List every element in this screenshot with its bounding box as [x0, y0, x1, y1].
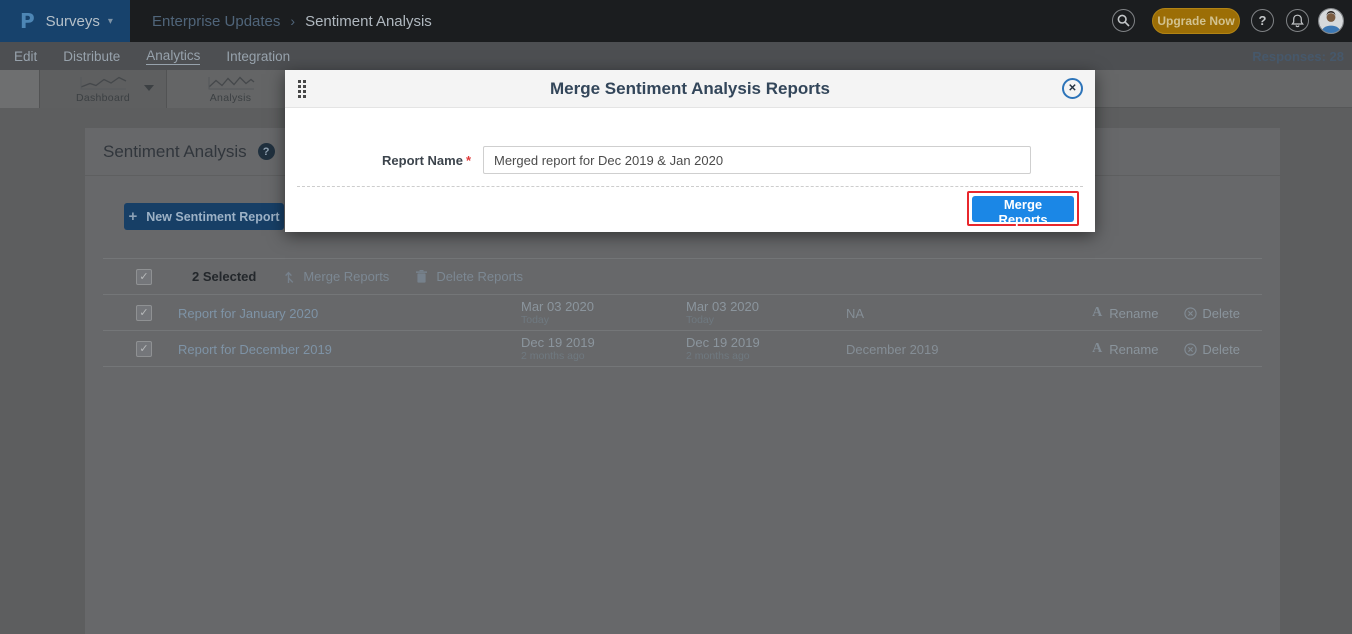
nav-item-edit[interactable]: Edit	[14, 49, 37, 64]
report-name-link[interactable]: Report for January 2020	[178, 306, 318, 321]
modified-date-relative: Today	[686, 314, 759, 326]
page-help-icon[interactable]: ?	[258, 143, 275, 160]
chevron-down-icon: ▾	[108, 16, 113, 27]
brand-logo-icon: P	[20, 9, 35, 33]
row-checkbox[interactable]: ✓	[136, 341, 152, 357]
nav-item-integration[interactable]: Integration	[226, 49, 290, 64]
tab-analysis[interactable]: Analysis	[167, 70, 295, 108]
delete-reports-action[interactable]: Delete Reports	[416, 269, 523, 284]
rename-action[interactable]: A Rename	[1092, 341, 1158, 357]
new-sentiment-report-label: New Sentiment Report	[146, 210, 279, 224]
modal-footer-divider	[297, 186, 1083, 187]
report-period: NA	[846, 306, 864, 321]
analysis-chart-icon	[205, 75, 257, 90]
delete-action[interactable]: Delete	[1184, 342, 1240, 357]
nav-item-distribute[interactable]: Distribute	[63, 49, 120, 64]
breadcrumb-separator: ›	[290, 13, 295, 29]
row-checkbox[interactable]: ✓	[136, 305, 152, 321]
modified-date-value: Dec 19 2019	[686, 336, 760, 350]
delete-label: Delete	[1202, 306, 1240, 321]
close-icon: ✕	[1068, 84, 1076, 94]
dashboard-dropdown-caret-icon[interactable]	[144, 85, 154, 91]
rename-a-icon: A	[1092, 305, 1102, 321]
merge-reports-action[interactable]: Merge Reports	[282, 269, 389, 284]
delete-action[interactable]: Delete	[1184, 306, 1240, 321]
user-photo-icon	[1319, 9, 1343, 33]
report-name-label: Report Name*	[285, 153, 471, 168]
trash-icon	[416, 270, 427, 283]
modified-date-value: Mar 03 2020	[686, 300, 759, 314]
row-actions: A Rename Delete	[1092, 295, 1240, 331]
toolbar-left-strip	[0, 70, 40, 108]
merge-reports-modal: Merge Sentiment Analysis Reports ✕ Repor…	[285, 70, 1095, 232]
product-switcher[interactable]: P Surveys ▾	[0, 0, 130, 42]
modified-date: Dec 19 2019 2 months ago	[686, 336, 760, 362]
help-button[interactable]: ?	[1251, 9, 1274, 32]
required-asterisk: *	[466, 153, 471, 168]
breadcrumb: Enterprise Updates › Sentiment Analysis	[152, 0, 432, 42]
tab-dashboard[interactable]: Dashboard	[40, 70, 167, 108]
created-date: Dec 19 2019 2 months ago	[521, 336, 595, 362]
selected-count: 2 Selected	[192, 269, 256, 284]
tab-analysis-label: Analysis	[210, 92, 252, 104]
product-name: Surveys	[46, 13, 100, 30]
rename-a-icon: A	[1092, 341, 1102, 357]
upgrade-now-label: Upgrade Now	[1157, 14, 1234, 28]
report-name-input[interactable]	[483, 146, 1031, 174]
line-chart-icon	[77, 75, 129, 90]
rename-action[interactable]: A Rename	[1092, 305, 1158, 321]
report-name-link[interactable]: Report for December 2019	[178, 342, 332, 357]
upgrade-now-button[interactable]: Upgrade Now	[1152, 8, 1240, 34]
tab-dashboard-label: Dashboard	[76, 92, 130, 104]
delete-reports-label: Delete Reports	[436, 269, 523, 284]
responses-count: Responses: 28	[1252, 42, 1344, 70]
table-row-january-2020: ✓ Report for January 2020 Mar 03 2020 To…	[103, 295, 1262, 331]
user-avatar[interactable]	[1318, 8, 1344, 34]
action-highlight-box: Merge Reports	[967, 191, 1079, 226]
modal-header: Merge Sentiment Analysis Reports ✕	[285, 70, 1095, 108]
created-date-relative: 2 months ago	[521, 350, 595, 362]
plus-icon: +	[128, 209, 137, 224]
created-date: Mar 03 2020 Today	[521, 300, 594, 326]
delete-label: Delete	[1202, 342, 1240, 357]
question-mark-icon: ?	[1259, 13, 1267, 28]
modified-date: Mar 03 2020 Today	[686, 300, 759, 326]
page-title: Sentiment Analysis	[103, 142, 247, 162]
bulk-actions-bar: ✓ 2 Selected Merge Reports Delete Report…	[103, 258, 1262, 295]
merge-reports-submit-button[interactable]: Merge Reports	[972, 196, 1074, 222]
rename-label: Rename	[1109, 306, 1158, 321]
breadcrumb-survey-name[interactable]: Enterprise Updates	[152, 13, 280, 30]
reports-table: ✓ Report for January 2020 Mar 03 2020 To…	[103, 295, 1262, 367]
circle-x-icon	[1184, 307, 1197, 320]
report-name-label-text: Report Name	[382, 153, 463, 168]
search-button[interactable]	[1112, 9, 1135, 32]
merge-reports-label: Merge Reports	[303, 269, 389, 284]
circle-x-icon	[1184, 343, 1197, 356]
created-date-relative: Today	[521, 314, 594, 326]
modal-close-button[interactable]: ✕	[1062, 78, 1083, 99]
select-all-checkbox[interactable]: ✓	[136, 269, 152, 285]
rename-label: Rename	[1109, 342, 1158, 357]
nav-item-analytics[interactable]: Analytics	[146, 48, 200, 65]
breadcrumb-current-page: Sentiment Analysis	[305, 13, 432, 30]
created-date-value: Mar 03 2020	[521, 300, 594, 314]
modal-body: Report Name* Merge Reports	[285, 108, 1095, 232]
new-sentiment-report-button[interactable]: + New Sentiment Report	[124, 203, 284, 230]
search-icon	[1117, 14, 1130, 27]
modal-title: Merge Sentiment Analysis Reports	[285, 70, 1095, 108]
report-period: December 2019	[846, 342, 939, 357]
row-actions: A Rename Delete	[1092, 331, 1240, 367]
bell-icon	[1291, 14, 1304, 28]
created-date-value: Dec 19 2019	[521, 336, 595, 350]
survey-nav: Edit Distribute Analytics Integration Re…	[0, 42, 1352, 70]
modified-date-relative: 2 months ago	[686, 350, 760, 362]
table-row-december-2019: ✓ Report for December 2019 Dec 19 2019 2…	[103, 331, 1262, 367]
merge-icon	[282, 270, 295, 284]
top-bar: P Surveys ▾ Enterprise Updates › Sentime…	[0, 0, 1352, 42]
notifications-button[interactable]	[1286, 9, 1309, 32]
